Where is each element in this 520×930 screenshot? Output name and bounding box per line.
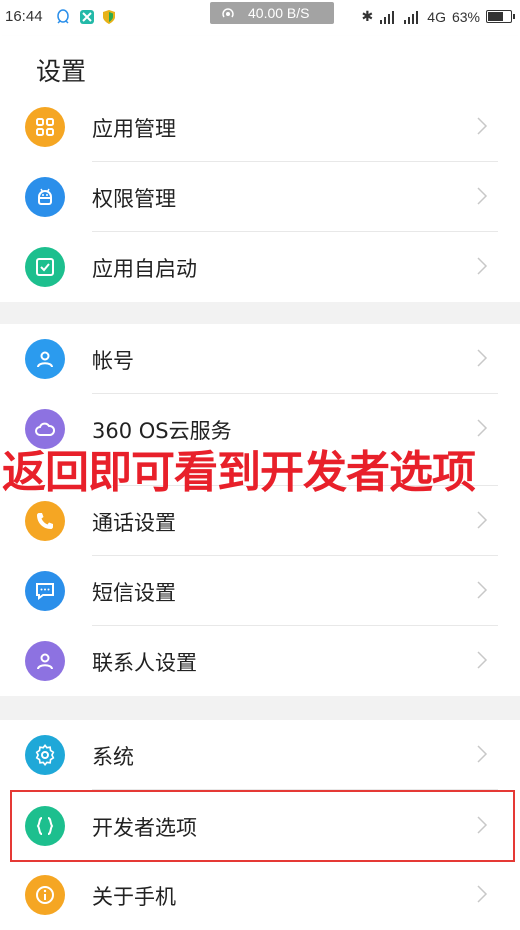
settings-item-autostart[interactable]: 应用自启动 [0, 232, 520, 302]
battery-icon [486, 10, 515, 23]
status-bar: 16:44 40.00 B/S ✱ 4G 63% [0, 0, 520, 36]
chevron-right-icon [477, 581, 488, 599]
phone-icon [25, 501, 65, 541]
settings-item-label: 通话设置 [92, 511, 176, 535]
chevron-right-icon [477, 117, 488, 135]
chevron-right-icon [477, 187, 488, 205]
chevron-right-icon [477, 511, 488, 529]
battery-fill [488, 12, 504, 21]
person-icon [25, 339, 65, 379]
settings-item-label: 短信设置 [92, 581, 176, 605]
android-icon [25, 177, 65, 217]
signal-icon [380, 10, 395, 24]
settings-item-contact-settings[interactable]: 联系人设置 [0, 626, 520, 696]
settings-item-label: 开发者选项 [92, 816, 197, 840]
app-icon [80, 10, 94, 24]
info-icon [25, 875, 65, 915]
settings-item-label: 应用自启动 [92, 257, 197, 281]
chevron-right-icon [477, 816, 488, 834]
grid-icon [25, 107, 65, 147]
chevron-right-icon [477, 419, 488, 437]
settings-item-label: 360 OS云服务 [92, 419, 232, 443]
settings-item-label: 帐号 [92, 349, 134, 373]
chevron-right-icon [477, 651, 488, 669]
section-gap [0, 696, 520, 720]
checkbox-icon [25, 247, 65, 287]
bluetooth-icon: ✱ [361, 8, 374, 24]
net-speed-text: 40.00 B/S [248, 5, 310, 21]
settings-item-sms-settings[interactable]: 短信设置 [0, 556, 520, 626]
settings-item-about-phone[interactable]: 关于手机 [0, 860, 520, 930]
settings-item-developer-options[interactable]: 开发者选项 [0, 791, 520, 861]
signal-icon-2 [404, 10, 419, 24]
settings-item-label: 联系人设置 [92, 651, 197, 675]
settings-item-permissions[interactable]: 权限管理 [0, 162, 520, 232]
settings-item-cloud-service[interactable]: 360 OS云服务 [0, 394, 520, 464]
settings-item-label: 应用管理 [92, 117, 176, 141]
battery-percent: 63% [451, 8, 480, 25]
settings-item-account[interactable]: 帐号 [0, 324, 520, 394]
net-speed-indicator: 40.00 B/S [210, 2, 334, 24]
hotspot-icon [222, 8, 234, 18]
chevron-right-icon [477, 745, 488, 763]
chevron-right-icon [477, 349, 488, 367]
settings-item-label: 权限管理 [92, 187, 176, 211]
status-time: 16:44 [5, 8, 43, 25]
braces-icon [25, 806, 65, 846]
settings-item-label: 系统 [92, 745, 134, 769]
gear-icon [25, 735, 65, 775]
settings-item-call-settings[interactable]: 通话设置 [0, 486, 520, 556]
divider [92, 789, 498, 790]
cloud-icon [25, 409, 65, 449]
page-title: 设置 [36, 57, 87, 86]
qq-icon [57, 9, 69, 24]
settings-item-app-management[interactable]: 应用管理 [0, 92, 520, 162]
settings-item-system[interactable]: 系统 [0, 720, 520, 790]
section-gap [0, 302, 520, 324]
status-right: ✱ 4G 63% [361, 8, 515, 25]
chevron-right-icon [477, 885, 488, 903]
settings-item-label: 关于手机 [92, 885, 176, 909]
network-type: 4G [427, 8, 446, 25]
person-icon [25, 641, 65, 681]
message-icon [25, 571, 65, 611]
chevron-right-icon [477, 257, 488, 275]
shield-icon [103, 10, 115, 24]
